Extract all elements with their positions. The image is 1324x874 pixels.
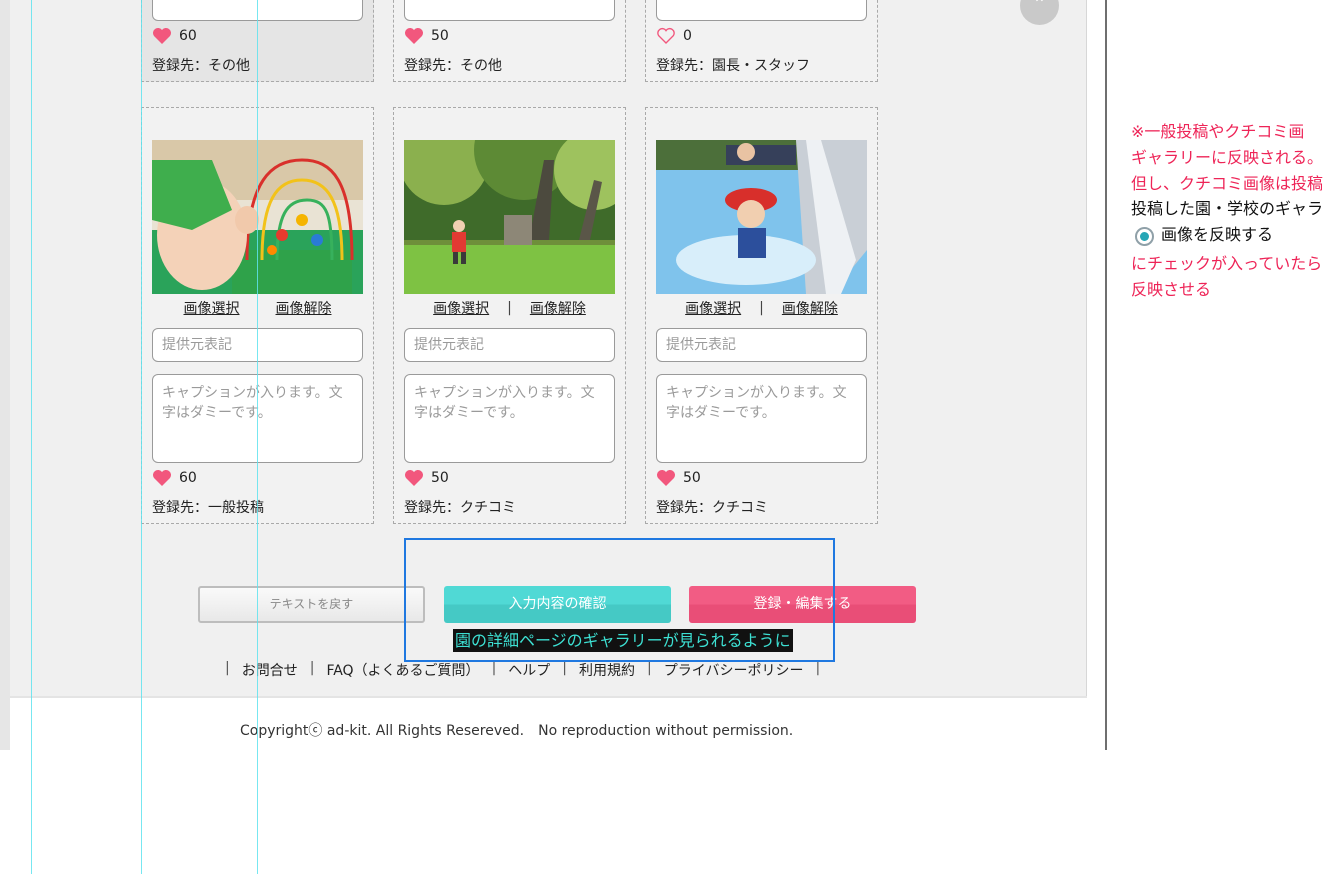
side-note-line: 但し、クチコミ画像は投稿 xyxy=(1131,174,1324,193)
caption-textarea[interactable]: キャプションが入ります。文字はダミーです。 xyxy=(404,374,615,463)
photo-actions: 画像選択 | 画像解除 xyxy=(646,298,877,318)
like-count[interactable]: 60 xyxy=(152,27,197,45)
footer-link-terms[interactable]: 利用規約 xyxy=(579,660,635,680)
select-image-link[interactable]: 画像選択 xyxy=(184,298,240,318)
side-note-line: にチェックが入っていたら xyxy=(1131,254,1323,273)
caption-field[interactable] xyxy=(152,0,363,21)
footer-link-faq[interactable]: FAQ（よくあるご質問） xyxy=(326,660,479,680)
footer-link-help[interactable]: ヘルプ xyxy=(508,660,550,680)
like-count[interactable]: 0 xyxy=(656,27,692,45)
gallery-card: 画像選択 画像解除 提供元表記 キャプションが入ります。文字はダミーです。 60… xyxy=(141,107,374,524)
like-count-value: 50 xyxy=(431,28,449,44)
gallery-photo xyxy=(404,140,615,294)
side-note-line: ※一般投稿やクチコミ画 xyxy=(1131,122,1305,141)
like-count[interactable]: 50 xyxy=(404,469,449,487)
heart-outline-icon xyxy=(657,28,675,44)
heart-icon xyxy=(153,470,171,486)
annotation-caption: 園の詳細ページのギャラリーが見られるように xyxy=(453,629,793,652)
side-note-line: 反映させる xyxy=(1131,280,1212,299)
caption-textarea[interactable]: キャプションが入ります。文字はダミーです。 xyxy=(656,374,867,463)
credit-input[interactable]: 提供元表記 xyxy=(656,328,867,362)
gallery-card: 0 登録先：園長・スタッフ xyxy=(645,0,878,82)
separator: | xyxy=(815,660,821,676)
canvas-edge xyxy=(0,0,10,750)
like-count[interactable]: 50 xyxy=(404,27,449,45)
like-count-value: 0 xyxy=(683,28,692,44)
footer-link-privacy[interactable]: プライバシーポリシー xyxy=(664,660,804,680)
registered-source: 登録先：その他 xyxy=(404,58,502,74)
radio-selected-icon xyxy=(1135,227,1154,246)
remove-image-link[interactable]: 画像解除 xyxy=(782,298,838,318)
registered-source: 登録先：園長・スタッフ xyxy=(656,58,810,74)
page: ⌃ 60 登録先：その他 50 登録先：その他 0 登録先：園長・スタッフ 画像… xyxy=(0,0,1324,874)
chevron-up-icon: ⌃ xyxy=(1032,0,1047,13)
side-note-radio-label: 画像を反映する xyxy=(1161,225,1274,244)
separator: | xyxy=(491,660,497,676)
artboard-border xyxy=(1105,0,1107,750)
separator: | xyxy=(225,660,230,676)
gallery-photo xyxy=(152,140,363,294)
photo-actions: 画像選択 | 画像解除 xyxy=(394,298,625,318)
registered-source: 登録先：クチコミ xyxy=(656,500,768,516)
heart-icon xyxy=(405,470,423,486)
caption-field[interactable] xyxy=(404,0,615,21)
footer-link-contact[interactable]: お問合せ xyxy=(242,660,298,680)
like-count[interactable]: 60 xyxy=(152,469,197,487)
footer-nav: | お問合せ | FAQ（よくあるご質問） | ヘルプ | 利用規約 | プライ… xyxy=(225,660,820,680)
registered-source: 登録先：その他 xyxy=(152,58,250,74)
separator: | xyxy=(562,660,567,676)
gallery-card: 50 登録先：その他 xyxy=(393,0,626,82)
select-image-link[interactable]: 画像選択 xyxy=(685,298,741,318)
heart-icon xyxy=(657,470,675,486)
caption-textarea[interactable]: キャプションが入ります。文字はダミーです。 xyxy=(152,374,363,463)
like-count[interactable]: 50 xyxy=(656,469,701,487)
separator: | xyxy=(309,660,315,676)
registered-source: 登録先：一般投稿 xyxy=(152,500,264,516)
separator: | xyxy=(507,300,512,316)
side-note-line: ギャラリーに反映される。 xyxy=(1131,148,1324,167)
gallery-photo xyxy=(656,140,867,294)
credit-input[interactable]: 提供元表記 xyxy=(152,328,363,362)
confirm-button[interactable]: 入力内容の確認 xyxy=(444,586,671,623)
like-count-value: 60 xyxy=(179,28,197,44)
heart-icon xyxy=(153,28,171,44)
back-button[interactable]: テキストを戻す xyxy=(198,586,425,623)
register-button[interactable]: 登録・編集する xyxy=(689,586,916,623)
select-image-link[interactable]: 画像選択 xyxy=(433,298,489,318)
remove-image-link[interactable]: 画像解除 xyxy=(276,298,332,318)
separator: | xyxy=(759,300,764,316)
copyright-text: Copyrightⓒ ad-kit. All Rights Resereved.… xyxy=(240,723,794,739)
gallery-card: 画像選択 | 画像解除 提供元表記 キャプションが入ります。文字はダミーです。 … xyxy=(645,107,878,524)
registered-source: 登録先：クチコミ xyxy=(404,500,516,516)
gallery-card: 画像選択 | 画像解除 提供元表記 キャプションが入ります。文字はダミーです。 … xyxy=(393,107,626,524)
caption-field[interactable] xyxy=(656,0,867,21)
remove-image-link[interactable]: 画像解除 xyxy=(530,298,586,318)
like-count-value: 60 xyxy=(179,470,197,486)
gallery-card: 60 登録先：その他 xyxy=(141,0,374,82)
like-count-value: 50 xyxy=(431,470,449,486)
credit-input[interactable]: 提供元表記 xyxy=(404,328,615,362)
photo-actions: 画像選択 画像解除 xyxy=(142,298,373,318)
heart-icon xyxy=(405,28,423,44)
side-note-line: 投稿した園・学校のギャラ xyxy=(1131,199,1324,218)
separator: | xyxy=(647,660,652,676)
like-count-value: 50 xyxy=(683,470,701,486)
